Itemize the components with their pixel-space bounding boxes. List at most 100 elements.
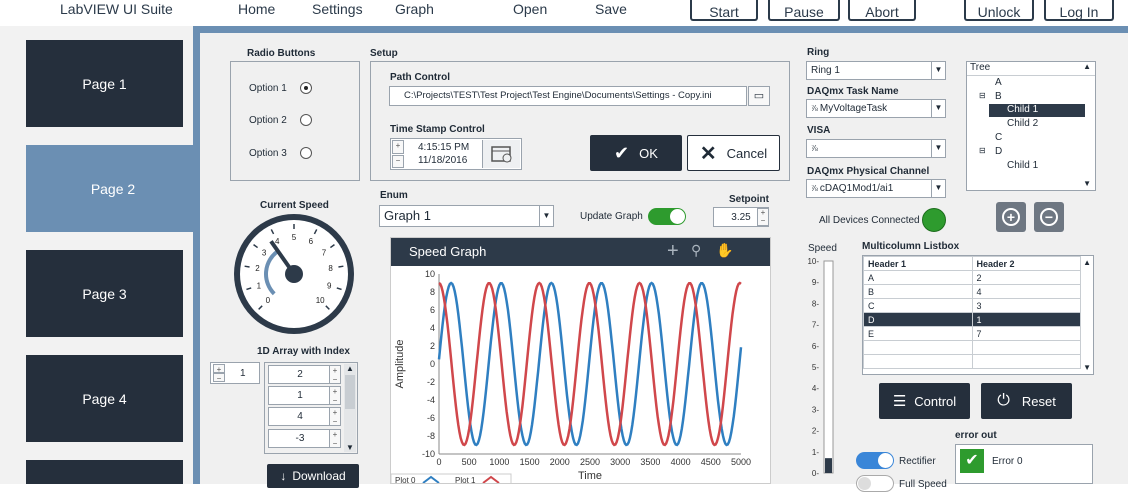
download-button[interactable]: ↓ Download [267, 464, 359, 488]
collapse-icon[interactable]: ⊟ [979, 146, 986, 155]
radio-option-3[interactable] [300, 147, 312, 159]
crosshair-icon[interactable]: + [667, 240, 679, 263]
index-decrement[interactable]: − [213, 373, 225, 383]
browse-folder-icon[interactable]: ▭ [748, 86, 770, 106]
add-button[interactable]: + [996, 202, 1026, 232]
collapse-icon[interactable]: ⊟ [979, 91, 986, 100]
scroll-thumb[interactable] [345, 375, 355, 409]
control-button[interactable]: ☰ Control [879, 383, 970, 419]
table-row[interactable]: C3 [863, 298, 1081, 313]
rectifier-toggle[interactable] [856, 452, 894, 469]
element-3-spinner[interactable]: + − [329, 429, 341, 448]
ring-select[interactable]: Ring 1 ▼ [806, 61, 946, 80]
daq-channel-select[interactable]: ⅞ cDAQ1Mod1/ai1 ▼ [806, 179, 946, 198]
chevron-down-icon[interactable]: ▼ [931, 180, 945, 197]
radio-option-2[interactable] [300, 114, 312, 126]
listbox-scroll-down-icon[interactable]: ▼ [1083, 363, 1091, 372]
y-tick-label: -4 [427, 395, 435, 405]
page-5-button[interactable] [26, 460, 183, 484]
tree-item-d-child1[interactable]: Child 1 [1007, 160, 1038, 171]
start-button[interactable]: Start [690, 0, 758, 21]
chevron-down-icon[interactable]: ▼ [931, 140, 945, 157]
gauge-tick [338, 265, 344, 268]
table-row[interactable]: B4 [863, 284, 1081, 299]
table-cell [971, 354, 1081, 369]
index-increment[interactable]: + [213, 364, 225, 374]
scroll-up-icon[interactable]: ▲ [344, 364, 356, 373]
timestamp-increment[interactable]: + [392, 140, 404, 154]
remove-button[interactable]: − [1034, 202, 1064, 232]
tree-scroll-up-icon[interactable]: ▲ [1083, 62, 1091, 71]
chevron-down-icon[interactable]: ▼ [931, 100, 945, 117]
reset-button[interactable]: ⏻ Reset [981, 383, 1072, 419]
update-graph-toggle[interactable] [648, 208, 686, 225]
element-1-spinner[interactable]: + − [329, 386, 341, 405]
array-element-0[interactable]: 2 [268, 365, 332, 384]
tree-item-b-child1[interactable]: Child 1 [989, 104, 1085, 117]
chevron-down-icon[interactable]: ▼ [539, 206, 553, 226]
table-row[interactable] [863, 354, 1081, 369]
listbox-header-row: Header 1 Header 2 [863, 256, 1081, 271]
table-row[interactable]: A2 [863, 270, 1081, 285]
page-4-button[interactable]: Page 4 [26, 355, 183, 442]
visa-select[interactable]: ⅞ ▼ [806, 139, 946, 158]
array-element-2[interactable]: 4 [268, 407, 332, 426]
array-element-3[interactable]: -3 [268, 429, 332, 448]
login-button[interactable]: Log In [1044, 0, 1114, 21]
pause-button[interactable]: Pause [768, 0, 840, 21]
tree-item-d[interactable]: D [995, 146, 1002, 157]
element-0-spinner[interactable]: + − [329, 365, 341, 384]
listbox-header-2[interactable]: Header 2 [971, 256, 1081, 271]
y-tick-label: 6 [430, 305, 435, 315]
radio-option-1[interactable] [300, 82, 312, 94]
setpoint-spinner[interactable]: + − [757, 208, 769, 226]
download-label: Download [292, 469, 346, 483]
slider-tick-label: 2- [812, 427, 819, 436]
scroll-down-icon[interactable]: ▼ [344, 443, 356, 452]
download-arrow-icon: ↓ [280, 469, 287, 483]
page-3-button[interactable]: Page 3 [26, 250, 183, 337]
slider-tick-label: 1- [812, 448, 819, 457]
zoom-icon[interactable]: ⚲ [691, 242, 701, 259]
array-element-1[interactable]: 1 [268, 386, 332, 405]
tree-item-c[interactable]: C [995, 132, 1002, 143]
tree-scroll-down-icon[interactable]: ▼ [1083, 179, 1091, 188]
enum-select[interactable]: Graph 1 ▼ [379, 205, 554, 227]
table-cell: C [863, 298, 973, 313]
slider-tick-label: 0- [812, 469, 819, 478]
page-1-button[interactable]: Page 1 [26, 40, 183, 127]
tree-item-a[interactable]: A [995, 77, 1002, 88]
speed-slider[interactable]: 10- 9- 8- 7- 6- 5- 4- 3- 2- 1- 0- [805, 255, 840, 484]
pan-hand-icon[interactable]: ✋ [716, 242, 733, 259]
table-row[interactable]: E7 [863, 326, 1081, 341]
page-2-button[interactable]: Page 2 [26, 145, 200, 232]
timestamp-decrement[interactable]: − [392, 155, 404, 168]
timestamp-date: 11/18/2016 [418, 155, 468, 166]
gauge-tick-label: 6 [309, 237, 314, 246]
tree-item-b-child2[interactable]: Child 2 [1007, 118, 1038, 129]
tree-item-b[interactable]: B [995, 91, 1002, 102]
tree-control[interactable]: Tree ▲ A ⊟ B Child 1 Child 2 C ⊟ D Child … [966, 61, 1096, 191]
multicolumn-listbox[interactable]: Header 1 Header 2A2B4C3D1E7 ▲ ▼ [862, 255, 1094, 375]
abort-button[interactable]: Abort [848, 0, 916, 21]
listbox-header-1[interactable]: Header 1 [863, 256, 973, 271]
calendar-icon[interactable] [482, 140, 520, 168]
listbox-scroll-up-icon[interactable]: ▲ [1083, 258, 1091, 267]
element-2-spinner[interactable]: + − [329, 407, 341, 426]
path-field[interactable]: C:\Projects\TEST\Test Project\Test Engin… [389, 86, 747, 106]
array-scrollbar[interactable]: ▲ ▼ [344, 364, 356, 452]
unlock-button[interactable]: Unlock [964, 0, 1034, 21]
nav-graph[interactable]: Graph [395, 1, 434, 17]
daq-task-select[interactable]: ⅞ MyVoltageTask ▼ [806, 99, 946, 118]
cancel-button[interactable]: ✕ Cancel [687, 135, 780, 171]
nav-home[interactable]: Home [238, 1, 275, 17]
table-row[interactable]: D1 [863, 312, 1081, 327]
abort-label: Abort [865, 4, 899, 20]
nav-save[interactable]: Save [595, 1, 627, 17]
nav-settings[interactable]: Settings [312, 1, 363, 17]
nav-open[interactable]: Open [513, 1, 547, 17]
daq-task-value: MyVoltageTask [819, 103, 888, 114]
ok-button[interactable]: ✔ OK [590, 135, 682, 171]
chevron-down-icon[interactable]: ▼ [931, 62, 945, 79]
table-row[interactable] [863, 340, 1081, 355]
